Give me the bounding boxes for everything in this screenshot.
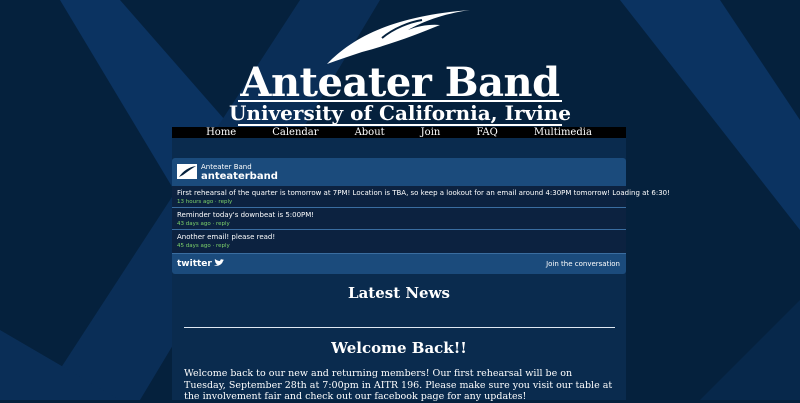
post-body: Welcome back to our new and returning me… [184,368,613,402]
twitter-logo[interactable]: twitter [177,259,212,269]
nav-about[interactable]: About [337,127,403,138]
post-title[interactable]: Welcome Back!! [172,339,626,357]
nav-faq[interactable]: FAQ [458,127,516,138]
tweet-meta[interactable]: 13 hours ago · reply [177,199,232,205]
twitter-account-name[interactable]: Anteater Band [201,163,252,171]
title-divider-bottom [238,124,562,126]
anteater-avatar-icon[interactable] [177,164,197,179]
twitter-widget: Anteater Band anteaterband First rehears… [172,158,670,274]
twitter-widget-footer: twitter Join the conversation [172,254,626,274]
news-divider [184,327,615,328]
nav-multimedia[interactable]: Multimedia [516,127,610,138]
nav-calendar[interactable]: Calendar [254,127,336,138]
tweet: Reminder today's downbeat is 5:00PM! 43 … [172,208,626,230]
twitter-handle[interactable]: anteaterband [201,171,278,182]
tweet-meta[interactable]: 43 days ago · reply [177,221,230,227]
site-subtitle: University of California, Irvine [228,101,571,125]
nav-home[interactable]: Home [188,127,254,138]
main-nav: Home Calendar About Join FAQ Multimedia [172,127,626,138]
twitter-bird-icon [214,259,224,266]
twitter-widget-header: Anteater Band anteaterband [172,158,626,186]
tweet: First rehearsal of the quarter is tomorr… [172,186,670,208]
tweet-meta[interactable]: 45 days ago · reply [177,243,230,249]
join-conversation-link[interactable]: Join the conversation [546,260,620,268]
nav-join[interactable]: Join [403,127,459,138]
tweet: Another email! please read! 45 days ago … [172,230,626,254]
latest-news-heading: Latest News [348,284,450,302]
tweet-text: First rehearsal of the quarter is tomorr… [177,189,670,197]
site-header: Anteater Band University of California, … [0,0,800,128]
tweet-text: Another email! please read! [177,233,276,241]
tweet-text: Reminder today's downbeat is 5:00PM! [177,211,315,219]
